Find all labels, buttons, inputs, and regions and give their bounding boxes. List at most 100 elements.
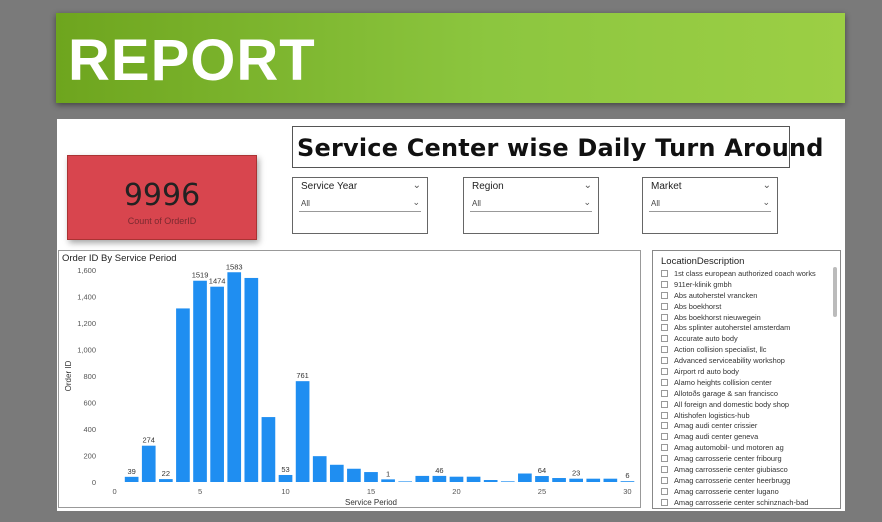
checkbox[interactable]: [661, 487, 668, 495]
list-item-label: Amag carrosserie center heerbrugg: [674, 475, 791, 485]
data-label: 1519: [192, 271, 209, 280]
list-item[interactable]: Amag carrosserie center heerbrugg: [661, 475, 826, 486]
page-title-box: Service Center wise Daily Turn Around: [292, 126, 823, 168]
bar: [552, 478, 566, 482]
list-item[interactable]: Amag automobil- und motoren ag: [661, 442, 826, 453]
checkbox[interactable]: [661, 269, 668, 277]
report-banner: REPORT: [56, 13, 845, 103]
bar: [569, 478, 583, 482]
list-item-label: Altishofen logistics-hub: [674, 410, 750, 420]
checkbox[interactable]: [661, 411, 668, 419]
list-item[interactable]: Accurate auto body: [661, 333, 826, 344]
checkbox[interactable]: [661, 378, 668, 386]
order-id-chart[interactable]: Order ID By Service Period 0 200 400 600 800…: [58, 250, 641, 508]
y-tick-label: 1,000: [77, 346, 96, 355]
chevron-down-icon[interactable]: ⌄: [412, 197, 420, 208]
checkbox[interactable]: [661, 444, 668, 452]
slicer-title: Region: [472, 181, 504, 192]
list-item[interactable]: Abs splinter autoherstel amsterdam: [661, 322, 826, 333]
checkbox[interactable]: [661, 335, 668, 343]
bar: [329, 464, 344, 482]
checkbox[interactable]: [661, 389, 668, 397]
checkbox[interactable]: [661, 476, 668, 484]
list-item-label: Amag carrosserie center lugano: [674, 486, 779, 496]
scrollbar[interactable]: [833, 267, 837, 317]
y-tick-label: 200: [83, 452, 96, 461]
checkbox[interactable]: [661, 280, 668, 288]
report-canvas: Service Center wise Daily Turn Around 99…: [57, 119, 845, 511]
list-item-label: Amag carrosserie center giubiasco: [674, 464, 788, 474]
location-list: 1st class european authorized coach work…: [661, 268, 826, 508]
checkbox[interactable]: [661, 465, 668, 473]
checkbox[interactable]: [661, 302, 668, 310]
checkbox[interactable]: [661, 313, 668, 321]
list-item-label: Amag audi center geneva: [674, 432, 759, 442]
y-tick-label: 1,600: [77, 266, 96, 275]
list-item[interactable]: Abs boekhorst nieuwegein: [661, 312, 826, 323]
slicer-market[interactable]: Market ⌄ All ⌄: [642, 177, 778, 234]
list-item[interactable]: Alamo heights collision center: [661, 377, 826, 388]
list-item[interactable]: Abs autoherstel vrancken: [661, 290, 826, 301]
checkbox[interactable]: [661, 400, 668, 408]
list-item[interactable]: Abs boekhorst: [661, 301, 826, 312]
location-slicer-title: LocationDescription: [661, 256, 745, 267]
chevron-down-icon[interactable]: ⌄: [413, 180, 421, 191]
list-item[interactable]: Airport rd auto body: [661, 366, 826, 377]
slicer-dropdown[interactable]: All ⌄: [649, 197, 771, 212]
list-item[interactable]: 1st class european authorized coach work…: [661, 268, 826, 279]
list-item[interactable]: Amag carrosserie center lugano: [661, 486, 826, 497]
checkbox[interactable]: [661, 498, 668, 506]
slicer-dropdown[interactable]: All ⌄: [470, 197, 592, 212]
slicer-service-year[interactable]: Service Year ⌄ All ⌄: [292, 177, 428, 234]
chevron-down-icon[interactable]: ⌄: [584, 180, 592, 191]
chevron-down-icon[interactable]: ⌄: [763, 180, 771, 191]
kpi-card[interactable]: 9996 Count of OrderID: [67, 155, 257, 240]
checkbox[interactable]: [661, 357, 668, 365]
list-item[interactable]: Amag audi center geneva: [661, 431, 826, 442]
list-item[interactable]: Amag carrosserie center fribourg: [661, 453, 826, 464]
checkbox[interactable]: [661, 324, 668, 332]
list-item[interactable]: Allotoðs garage & san francisco: [661, 388, 826, 399]
checkbox[interactable]: [661, 422, 668, 430]
data-label: 53: [281, 465, 289, 474]
bar: [535, 476, 549, 482]
x-tick-label: 5: [198, 487, 202, 496]
list-item[interactable]: Altishofen logistics-hub: [661, 410, 826, 421]
list-item[interactable]: Amag carrosserie center schinznach-bad: [661, 497, 826, 508]
bar: [466, 476, 481, 482]
slicer-region[interactable]: Region ⌄ All ⌄: [463, 177, 599, 234]
list-item[interactable]: All foreign and domestic body shop: [661, 399, 826, 410]
list-item[interactable]: Amag carrosserie center giubiasco: [661, 464, 826, 475]
x-tick-label: 15: [367, 487, 375, 496]
bar: [603, 478, 618, 482]
list-item-label: Abs splinter autoherstel amsterdam: [674, 323, 791, 333]
y-tick-label: 1,400: [77, 293, 96, 302]
data-label: 39: [127, 467, 135, 476]
checkbox[interactable]: [661, 346, 668, 354]
chevron-down-icon[interactable]: ⌄: [583, 197, 591, 208]
list-item[interactable]: Action collision specialist, llc: [661, 344, 826, 355]
bar: [432, 475, 447, 482]
checkbox[interactable]: [661, 433, 668, 441]
checkbox[interactable]: [661, 291, 668, 299]
checkbox[interactable]: [661, 455, 668, 463]
list-item[interactable]: Amag audi center crissier: [661, 420, 826, 431]
list-item-label: Amag carrosserie center fribourg: [674, 454, 782, 464]
list-item[interactable]: Advanced serviceability workshop: [661, 355, 826, 366]
bar: [176, 308, 190, 482]
data-label: 761: [296, 371, 309, 380]
slicer-title: Market: [651, 181, 682, 192]
slicer-dropdown[interactable]: All ⌄: [299, 197, 421, 212]
list-item-label: Amag automobil- und motoren ag: [674, 443, 784, 453]
data-label: 1474: [209, 277, 226, 286]
data-label: 46: [435, 466, 443, 475]
location-slicer[interactable]: LocationDescription 1st class european a…: [652, 250, 841, 509]
bar: [518, 473, 532, 482]
x-tick-label: 10: [281, 487, 289, 496]
list-item[interactable]: 911er-klinik gmbh: [661, 279, 826, 290]
y-tick-label: 0: [92, 478, 96, 487]
list-item-label: Amag carrosserie center schinznach-bad: [674, 497, 809, 507]
chevron-down-icon[interactable]: ⌄: [762, 197, 770, 208]
checkbox[interactable]: [661, 367, 668, 375]
bar: [347, 468, 361, 482]
